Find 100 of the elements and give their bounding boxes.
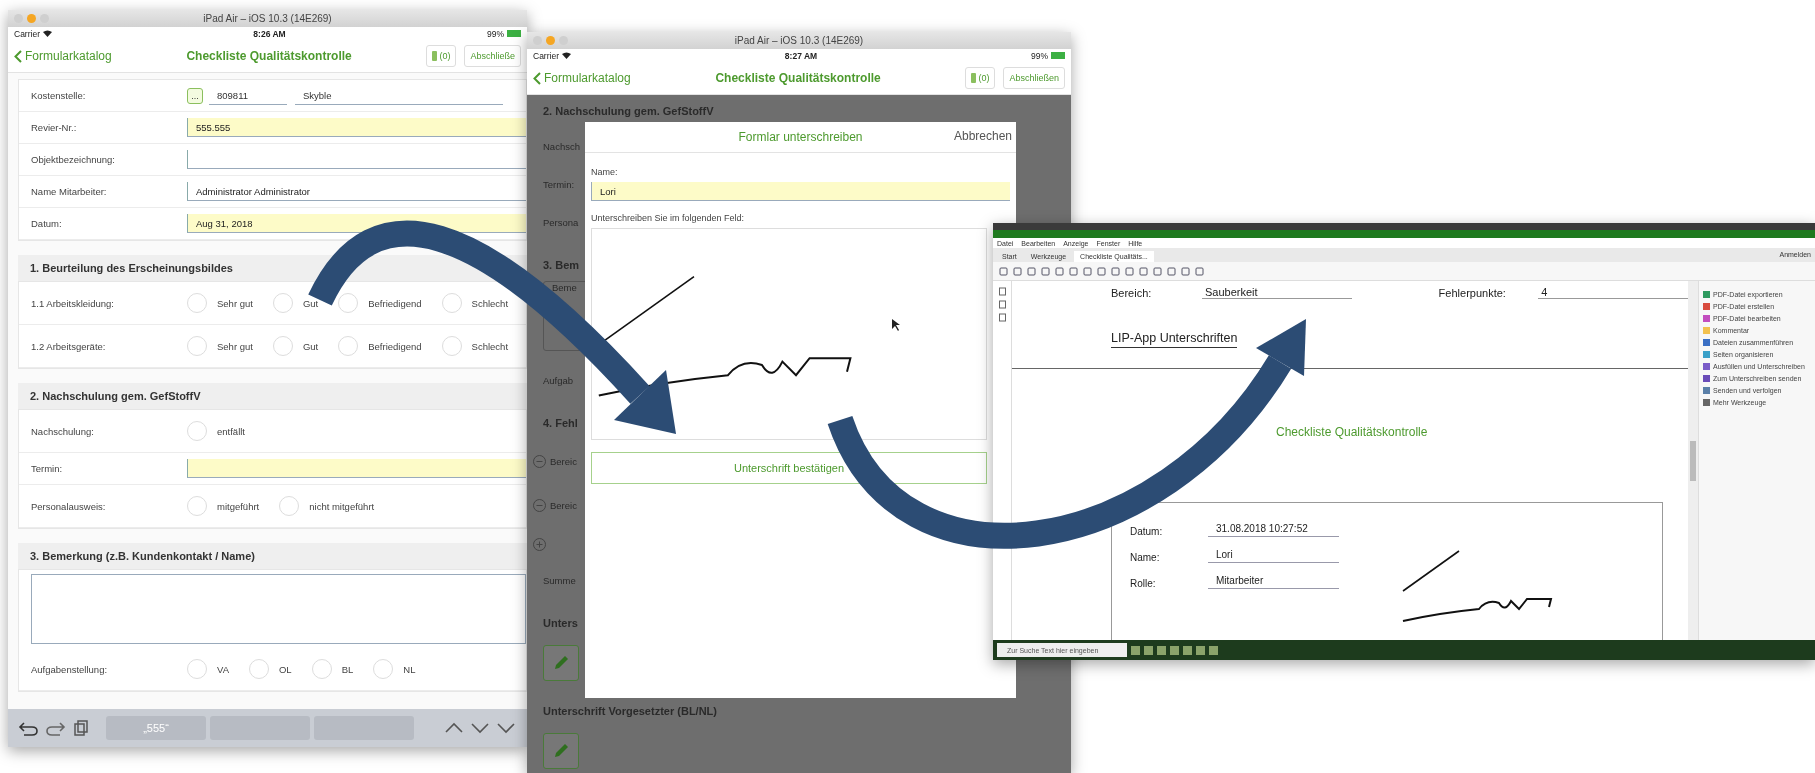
section-header: 4. Fehl <box>543 416 578 431</box>
field-label: Rolle: <box>1130 578 1157 590</box>
finish-button[interactable]: Abschließe <box>464 45 521 67</box>
undo-icon[interactable] <box>18 719 40 737</box>
radio-button[interactable] <box>338 293 359 313</box>
option-label: Schlecht <box>471 340 509 352</box>
window-title: iPad Air – iOS 10.3 (14E269) <box>734 35 864 46</box>
section-header: 2. Nachschulung gem. GefStoffV <box>543 104 714 119</box>
field-label: Bereic <box>550 455 577 467</box>
battery-percent: 99% <box>1031 50 1048 61</box>
field-label: Nachsch <box>543 139 580 154</box>
field-label: Revier-Nr.: <box>30 122 78 133</box>
radio-button[interactable] <box>338 336 359 356</box>
plus-circle-icon[interactable] <box>533 537 546 551</box>
option-label: Gut <box>302 340 319 352</box>
field-label: Termin: <box>543 177 575 192</box>
section-header: Unters <box>543 616 578 631</box>
attachments-button[interactable]: (0) <box>965 67 996 89</box>
input-field[interactable]: Administrator Administrator <box>187 182 526 201</box>
option-label: Sehr gut <box>217 340 253 352</box>
radio-button[interactable] <box>272 336 293 356</box>
option-label: OL <box>278 663 292 675</box>
input-field[interactable] <box>187 459 526 478</box>
field-label: 1.2 Arbeitsgeräte: <box>30 340 107 352</box>
screen-title: Checkliste Qualitätskontrolle <box>185 49 353 63</box>
redo-icon[interactable] <box>44 719 66 737</box>
back-link[interactable]: Formularkatalog <box>533 71 631 85</box>
scrollbar[interactable] <box>1688 281 1698 640</box>
finish-button[interactable]: Abschließen <box>1003 67 1065 89</box>
radio-button[interactable] <box>311 659 332 679</box>
minus-circle-icon[interactable] <box>533 454 546 468</box>
field-label: Personalausweis: <box>30 500 107 512</box>
wifi-icon <box>562 52 571 59</box>
radio-button[interactable] <box>441 293 462 313</box>
radio-button[interactable] <box>373 659 394 679</box>
field-label: Datum: <box>30 218 63 229</box>
field-label: Bereich: <box>1111 286 1153 299</box>
radio-button[interactable] <box>248 659 269 679</box>
radio-button[interactable] <box>187 293 207 313</box>
input-field[interactable]: 809811 <box>209 86 287 105</box>
option-label: mitgeführt <box>217 500 260 512</box>
document-title: Checkliste Qualitätskontrolle <box>1276 425 1429 440</box>
option-label: Sehr gut <box>217 297 253 309</box>
field-label: Objektbezeichnung: <box>30 154 116 165</box>
field-value: 31.08.2018 10:27:52 <box>1208 523 1339 538</box>
option-label: Gut <box>302 297 319 309</box>
pencil-icon <box>553 655 569 671</box>
field-value: 4 <box>1538 286 1688 300</box>
comment-field[interactable] <box>31 574 526 644</box>
option-label: BL <box>341 663 354 675</box>
window-title: iPad Air – iOS 10.3 (14E269) <box>203 13 332 24</box>
dialog-title: Formlar unterschreiben <box>738 130 863 144</box>
option-label: VA <box>217 663 229 675</box>
section-header: 3. Bemerkung (z.B. Kundenkontakt / Name) <box>18 543 527 569</box>
attachments-button[interactable]: (0) <box>426 45 457 67</box>
input-field[interactable]: 555.555 <box>187 118 526 137</box>
radio-button[interactable] <box>187 496 207 516</box>
option-label: Befriedigend <box>368 340 422 352</box>
cursor-icon <box>892 319 900 331</box>
lookup-button[interactable]: ... <box>187 87 203 104</box>
radio-button[interactable] <box>187 336 207 356</box>
option-label: Befriedigend <box>368 297 422 309</box>
field-value: Sauberkeit <box>1201 286 1352 300</box>
field-label: Kostenstelle: <box>30 90 87 101</box>
input-field[interactable]: Skyble <box>295 86 503 105</box>
battery-icon <box>432 51 438 61</box>
cancel-button[interactable]: Abbrechen <box>953 129 1012 143</box>
radio-button[interactable] <box>441 336 462 356</box>
radio-button[interactable] <box>187 659 207 679</box>
radio-button[interactable] <box>272 293 293 313</box>
minus-circle-icon[interactable] <box>533 498 546 512</box>
field-label: Persona <box>543 215 579 230</box>
field-label: Fehlerpunkte: <box>1438 286 1507 299</box>
field-value: Lori <box>1208 549 1339 564</box>
wifi-icon <box>43 30 52 37</box>
field-label: 1.1 Arbeitskleidung: <box>30 297 115 309</box>
section-header: 3. Bem <box>543 258 580 273</box>
confirm-button[interactable]: Unterschrift bestätigen <box>591 452 987 484</box>
signature-pad[interactable] <box>591 228 987 440</box>
field-label: Datum: <box>1130 526 1164 538</box>
back-link[interactable]: Formularkatalog <box>14 49 112 63</box>
carrier-label: Carrier <box>14 28 40 39</box>
battery-icon <box>507 30 521 37</box>
field-label: Termin: <box>30 463 64 474</box>
field-value: Mitarbeiter <box>1208 575 1339 590</box>
field-label: Unterschreiben Sie im folgenden Feld: <box>591 213 746 223</box>
option-label: NL <box>403 663 416 675</box>
field-label: Nachschulung: <box>30 425 95 437</box>
name-field[interactable]: Lori <box>591 182 1010 201</box>
carrier-label: Carrier <box>533 50 559 61</box>
battery-icon <box>971 73 977 83</box>
radio-button[interactable] <box>279 496 300 516</box>
field-label: Name: <box>1130 552 1161 564</box>
field-label: Name Mitarbeiter: <box>30 186 108 197</box>
section-header: Unterschrift Vorgesetzter (BL/NL) <box>543 704 717 719</box>
radio-button[interactable] <box>187 421 207 441</box>
clock-time: 8:26 AM <box>253 28 286 39</box>
pencil-icon <box>553 743 569 759</box>
screen-title: Checkliste Qualitätskontrolle <box>714 71 882 85</box>
input-field[interactable] <box>187 150 526 169</box>
